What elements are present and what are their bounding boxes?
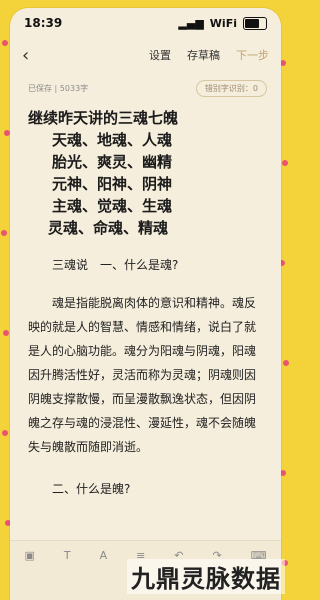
save-status: 已保存 | 5033字 [28, 84, 89, 93]
font-icon[interactable]: A [100, 549, 108, 562]
decorative-dot [282, 160, 288, 166]
section-heading: 三魂说 一、什么是魂? [52, 258, 179, 272]
save-draft-button[interactable]: 存草稿 [187, 47, 220, 63]
article-body[interactable]: 三魂说 一、什么是魂? 魂是指能脱离肉体的意识和精神。魂反映的就是人的智慧、情感… [10, 239, 281, 501]
wifi-icon: WiFi [209, 16, 237, 30]
phone-screen: 18:39 ▂▄▆ WiFi ‹ 设置 存草稿 下一步 已保存 | 5033字 … [10, 8, 281, 600]
decorative-dot [1, 230, 7, 236]
editor-toolbar: ‹ 设置 存草稿 下一步 [10, 38, 281, 72]
status-bar: 18:39 ▂▄▆ WiFi [10, 8, 281, 38]
section-heading: 二、什么是魄? [52, 482, 131, 496]
article-title[interactable]: 继续昨天讲的三魂七魄 天魂、地魂、人魂 胎光、爽灵、幽精 元神、阳神、阴神 主魂… [10, 97, 281, 239]
decorative-dot [3, 330, 9, 336]
decorative-dot [2, 40, 8, 46]
status-time: 18:39 [24, 16, 63, 30]
image-icon[interactable]: ▣ [24, 549, 34, 562]
decorative-dot [283, 360, 289, 366]
document-meta: 已保存 | 5033字 错别字识别：0 [10, 72, 281, 97]
text-format-icon[interactable]: T [64, 549, 71, 562]
settings-button[interactable]: 设置 [149, 47, 171, 63]
next-step-button[interactable]: 下一步 [236, 47, 269, 63]
decorative-dot [2, 430, 8, 436]
signal-icon: ▂▄▆ [178, 16, 204, 30]
typo-check-badge[interactable]: 错别字识别：0 [195, 80, 267, 97]
battery-icon [243, 16, 267, 30]
watermark-text: 九鼎灵脉数据 [127, 559, 285, 594]
body-paragraph: 魂是指能脱离肉体的意识和精神。魂反映的就是人的智慧、情感和情绪，说白了就是人的心… [28, 296, 257, 454]
back-icon[interactable]: ‹ [22, 45, 42, 66]
